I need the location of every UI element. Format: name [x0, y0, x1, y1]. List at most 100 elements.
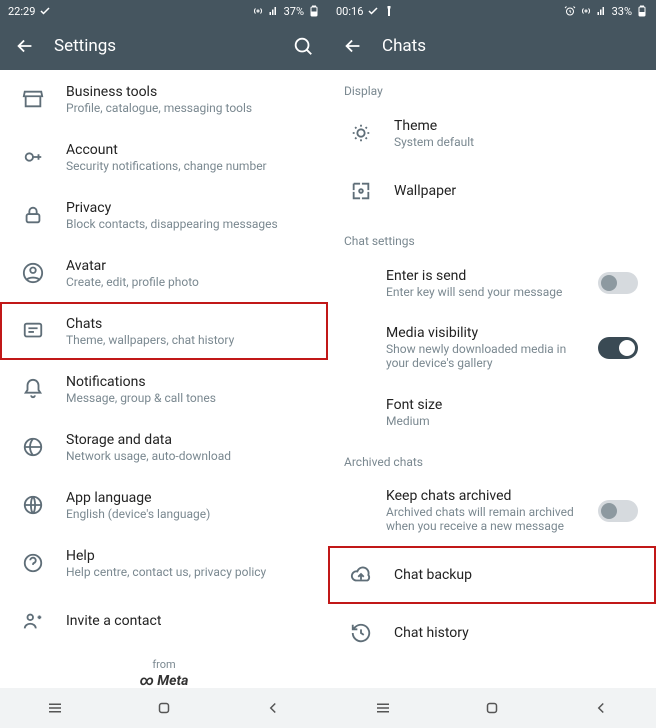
item-subtitle: Message, group & call tones [66, 391, 310, 405]
item-subtitle: Help centre, contact us, privacy policy [66, 565, 310, 579]
chats-item-media-visibility[interactable]: Media visibility Show newly downloaded m… [328, 312, 656, 383]
footer-from: from [0, 658, 328, 671]
chats-item-theme[interactable]: Theme System default [328, 104, 656, 162]
settings-item-privacy[interactable]: Privacy Block contacts, disappearing mes… [0, 186, 328, 244]
item-label: Notifications [66, 374, 310, 390]
item-subtitle: Create, edit, profile photo [66, 275, 310, 289]
item-label: Enter is send [386, 268, 576, 284]
section-header: Chat settings [328, 220, 656, 254]
lock-icon [22, 204, 44, 226]
toggle-switch[interactable] [598, 500, 638, 522]
item-label: Account [66, 142, 310, 158]
settings-item-app-language[interactable]: App language English (device's language) [0, 476, 328, 534]
item-subtitle: Show newly downloaded media in your devi… [386, 342, 576, 370]
toggle-switch[interactable] [598, 272, 638, 294]
chats-item-chat-backup[interactable]: Chat backup [328, 546, 656, 604]
item-subtitle: Security notifications, change number [66, 159, 310, 173]
home-icon[interactable] [155, 699, 173, 717]
status-bar: 00:16 33% [328, 0, 656, 22]
section-header: Archived chats [328, 441, 656, 475]
item-subtitle: English (device's language) [66, 507, 310, 521]
appbar-title: Chats [382, 36, 642, 56]
toggle-switch[interactable] [598, 337, 638, 359]
item-subtitle: Block contacts, disappearing messages [66, 217, 310, 231]
item-label: Business tools [66, 84, 310, 100]
item-subtitle: Medium [386, 414, 638, 428]
chats-item-font-size[interactable]: Font size Medium [328, 383, 656, 441]
history-icon [350, 622, 372, 644]
home-icon[interactable] [483, 699, 501, 717]
item-label: Help [66, 548, 310, 564]
signal-icon [268, 5, 280, 17]
chats-item-enter-is-send[interactable]: Enter is send Enter key will send your m… [328, 254, 656, 312]
settings-item-storage-and-data[interactable]: Storage and data Network usage, auto-dow… [0, 418, 328, 476]
chats-item-keep-chats-archived[interactable]: Keep chats archived Archived chats will … [328, 475, 656, 546]
wallpaper-icon [350, 180, 372, 202]
back-nav-icon[interactable] [264, 699, 282, 717]
back-nav-icon[interactable] [592, 699, 610, 717]
android-nav-bar [0, 688, 328, 728]
item-subtitle: Profile, catalogue, messaging tools [66, 101, 310, 115]
back-icon[interactable] [342, 35, 364, 57]
settings-item-help[interactable]: Help Help centre, contact us, privacy po… [0, 534, 328, 592]
back-icon[interactable] [14, 35, 36, 57]
avatar-icon [22, 262, 44, 284]
footer: from ∞ Meta [0, 650, 328, 688]
footer-brand: ∞ Meta [0, 673, 328, 688]
settings-screen: 22:29 37% Settings Business tools Profil… [0, 0, 328, 728]
item-label: Theme [394, 118, 638, 134]
settings-item-account[interactable]: Account Security notifications, change n… [0, 128, 328, 186]
settings-list: Business tools Profile, catalogue, messa… [0, 70, 328, 688]
item-label: App language [66, 490, 310, 506]
settings-item-avatar[interactable]: Avatar Create, edit, profile photo [0, 244, 328, 302]
globe-icon [22, 494, 44, 516]
item-label: Media visibility [386, 325, 576, 341]
help-icon [22, 552, 44, 574]
item-subtitle: System default [394, 135, 638, 149]
item-subtitle: Network usage, auto-download [66, 449, 310, 463]
item-label: Chat backup [394, 567, 638, 583]
cloud-icon [350, 564, 372, 586]
hotspot-icon [252, 5, 264, 17]
item-subtitle: Theme, wallpapers, chat history [66, 333, 310, 347]
item-label: Font size [386, 397, 638, 413]
item-label: Keep chats archived [386, 488, 576, 504]
settings-item-invite-a-contact[interactable]: Invite a contact [0, 592, 328, 650]
settings-item-business-tools[interactable]: Business tools Profile, catalogue, messa… [0, 70, 328, 128]
chat-icon [22, 320, 44, 342]
status-battery: 33% [612, 5, 632, 18]
data-icon [22, 436, 44, 458]
android-nav-bar [328, 688, 656, 728]
settings-item-notifications[interactable]: Notifications Message, group & call tone… [0, 360, 328, 418]
bell-icon [22, 378, 44, 400]
item-label: Chat history [394, 625, 638, 641]
status-battery: 37% [284, 5, 304, 18]
settings-item-chats[interactable]: Chats Theme, wallpapers, chat history [0, 302, 328, 360]
app-bar: Chats [328, 22, 656, 70]
status-time: 00:16 [336, 5, 363, 18]
app-bar: Settings [0, 22, 328, 70]
battery-icon [308, 5, 320, 17]
item-subtitle: Archived chats will remain archived when… [386, 505, 576, 533]
item-label: Chats [66, 316, 310, 332]
chats-item-wallpaper[interactable]: Wallpaper [328, 162, 656, 220]
item-subtitle: Enter key will send your message [386, 285, 576, 299]
item-label: Avatar [66, 258, 310, 274]
item-label: Privacy [66, 200, 310, 216]
alarm-icon [564, 5, 576, 17]
storefront-icon [22, 88, 44, 110]
check-icon [367, 5, 379, 17]
recent-apps-icon[interactable] [46, 699, 64, 717]
recent-apps-icon[interactable] [374, 699, 392, 717]
appbar-title: Settings [54, 36, 274, 56]
chats-settings-screen: 00:16 33% Chats Display Theme System def… [328, 0, 656, 728]
flashlight-icon [383, 5, 395, 17]
search-icon[interactable] [292, 35, 314, 57]
chats-settings-list: Display Theme System default Wallpaper C… [328, 70, 656, 688]
item-label: Invite a contact [66, 613, 310, 629]
section-header: Display [328, 70, 656, 104]
status-time: 22:29 [8, 5, 35, 18]
contacts-icon [22, 610, 44, 632]
chats-item-chat-history[interactable]: Chat history [328, 604, 656, 662]
status-bar: 22:29 37% [0, 0, 328, 22]
